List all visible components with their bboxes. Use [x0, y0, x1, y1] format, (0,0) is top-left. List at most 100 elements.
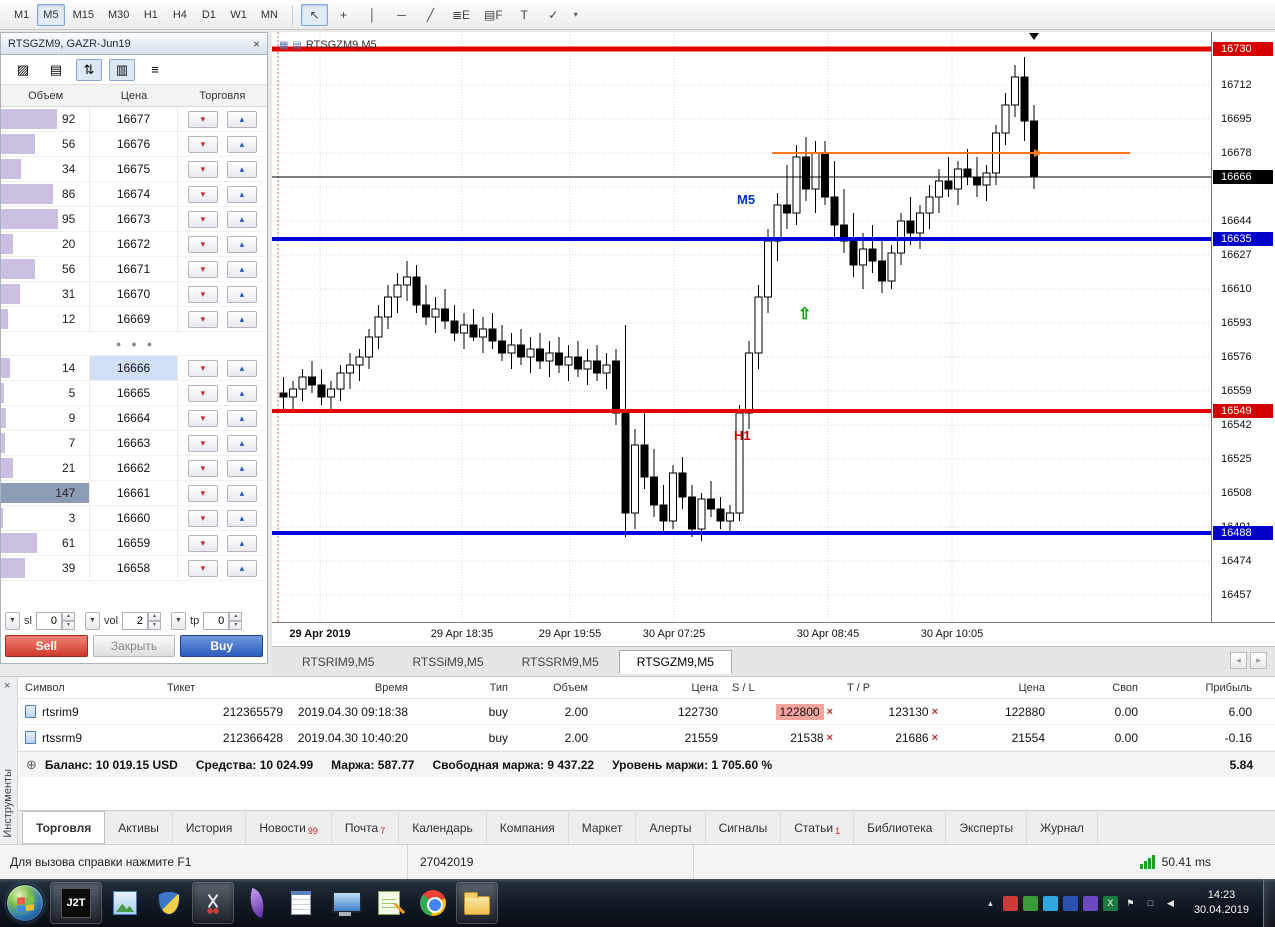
- tray-app-red-icon[interactable]: [1002, 895, 1018, 911]
- buy-at-price-button[interactable]: ▴: [226, 110, 257, 128]
- time-axis[interactable]: 29 Apr 2019 29 Apr 18:35 29 Apr 19:55 30 Ap…: [272, 622, 1275, 646]
- tab-trade[interactable]: Торговля: [22, 811, 106, 844]
- spin-down-button[interactable]: ▼: [61, 621, 75, 630]
- dropdown-icon[interactable]: ▼: [84, 612, 100, 630]
- dom-book-icon[interactable]: ▤: [43, 59, 69, 81]
- tray-flag-icon[interactable]: ⚑: [1123, 896, 1138, 911]
- buy-at-price-button[interactable]: ▴: [226, 534, 257, 552]
- sell-at-price-button[interactable]: ▾: [187, 534, 218, 552]
- tab-company[interactable]: Компания: [487, 811, 569, 844]
- plus-circle-icon[interactable]: ⊕: [26, 757, 37, 773]
- tab-market[interactable]: Маркет: [569, 811, 637, 844]
- vol-value-input[interactable]: 2: [122, 612, 149, 630]
- chart-tab-rtssim9[interactable]: RTSSiM9,M5: [394, 650, 501, 674]
- tool-dropdown-caret[interactable]: ▾: [569, 4, 583, 26]
- notes-app-button[interactable]: [369, 883, 409, 923]
- notepad-app-button[interactable]: [281, 883, 321, 923]
- buy-at-price-button[interactable]: ▴: [226, 434, 257, 452]
- sell-at-price-button[interactable]: ▾: [187, 459, 218, 477]
- tray-app-skype-icon[interactable]: [1042, 895, 1058, 911]
- close-position-button[interactable]: Закрыть: [92, 635, 176, 657]
- timeframe-m30-button[interactable]: M30: [102, 4, 135, 26]
- position-row[interactable]: rtsrim9 212365579 2019.04.30 09:18:38 buy 2.…: [18, 699, 1275, 725]
- sell-at-price-button[interactable]: ▾: [187, 260, 218, 278]
- tray-app-blue-icon[interactable]: [1062, 895, 1078, 911]
- start-button[interactable]: [3, 881, 47, 925]
- close-icon[interactable]: ×: [253, 37, 260, 51]
- sell-at-price-button[interactable]: ▾: [187, 210, 218, 228]
- tab-news[interactable]: Новости 99: [246, 811, 332, 844]
- tab-experts[interactable]: Эксперты: [946, 811, 1028, 844]
- sell-at-price-button[interactable]: ▾: [187, 359, 218, 377]
- tray-app-green-icon[interactable]: [1022, 895, 1038, 911]
- sell-at-price-button[interactable]: ▾: [187, 384, 218, 402]
- sell-at-price-button[interactable]: ▾: [187, 409, 218, 427]
- tray-display-icon[interactable]: □: [1143, 896, 1158, 911]
- buy-at-price-button[interactable]: ▴: [226, 459, 257, 477]
- timeframe-mn-button[interactable]: MN: [255, 4, 284, 26]
- sell-at-price-button[interactable]: ▾: [187, 310, 218, 328]
- shapes-tool-button[interactable]: ✓: [540, 4, 567, 26]
- sl-value-input[interactable]: 0: [35, 612, 62, 630]
- dropdown-icon[interactable]: ▼: [5, 612, 20, 630]
- j2t-app-button[interactable]: J2T: [51, 883, 101, 923]
- sell-at-price-button[interactable]: ▾: [187, 185, 218, 203]
- buy-at-price-button[interactable]: ▴: [226, 384, 257, 402]
- buy-at-price-button[interactable]: ▴: [226, 409, 257, 427]
- buy-at-price-button[interactable]: ▴: [226, 135, 257, 153]
- security-app-button[interactable]: [149, 883, 189, 923]
- dom-columns-icon[interactable]: ▥: [109, 58, 135, 81]
- scroll-tabs-left-button[interactable]: ◂: [1230, 652, 1247, 669]
- buy-at-price-button[interactable]: ▴: [226, 260, 257, 278]
- text-tool-button[interactable]: T: [511, 4, 538, 26]
- remove-tp-button[interactable]: ×: [932, 732, 938, 744]
- buy-at-price-button[interactable]: ▴: [226, 509, 257, 527]
- explorer-app-button[interactable]: [457, 883, 497, 923]
- timeframe-d1-button[interactable]: D1: [195, 4, 222, 26]
- trendline-tool-button[interactable]: ╱: [417, 4, 444, 26]
- dom-chart-icon[interactable]: ▨: [10, 59, 36, 81]
- price-scale[interactable]: 16712 16695 16678 16644 16627 16610 16593 16576…: [1211, 32, 1275, 622]
- sell-at-price-button[interactable]: ▾: [187, 285, 218, 303]
- sell-at-price-button[interactable]: ▾: [187, 559, 218, 577]
- spin-up-button[interactable]: ▲: [148, 612, 162, 621]
- scroll-tabs-right-button[interactable]: ▸: [1250, 652, 1267, 669]
- dom-filter-icon[interactable]: ≡: [142, 59, 168, 81]
- sell-button[interactable]: Sell: [5, 635, 88, 657]
- vertical-line-tool-button[interactable]: │: [359, 4, 386, 26]
- remove-tp-button[interactable]: ×: [932, 706, 938, 718]
- remove-sl-button[interactable]: ×: [827, 732, 833, 744]
- timeframe-m5-button[interactable]: M5: [37, 3, 65, 26]
- spin-up-button[interactable]: ▲: [61, 612, 75, 621]
- tab-calendar[interactable]: Календарь: [399, 811, 487, 844]
- dropdown-icon[interactable]: ▼: [171, 612, 187, 630]
- buy-at-price-button[interactable]: ▴: [226, 285, 257, 303]
- spin-up-button[interactable]: ▲: [229, 612, 243, 621]
- timeframe-h1-button[interactable]: H1: [137, 4, 164, 26]
- candlestick-chart[interactable]: [272, 32, 1211, 622]
- cursor-tool-button[interactable]: ↖: [300, 3, 328, 26]
- dom-quotes-icon[interactable]: ⇅: [76, 58, 102, 81]
- hidden-icons-button[interactable]: ▴: [983, 896, 998, 911]
- snipping-tool-app-button[interactable]: [193, 883, 233, 923]
- tab-mail[interactable]: Почта 7: [332, 811, 400, 844]
- image-viewer-app-button[interactable]: [105, 883, 145, 923]
- chart-plot[interactable]: ▦ ▤ RTSGZM9,M5 M5 H1 ⇧: [272, 32, 1211, 622]
- sell-at-price-button[interactable]: ▾: [187, 160, 218, 178]
- timeframe-w1-button[interactable]: W1: [224, 4, 253, 26]
- sell-at-price-button[interactable]: ▾: [187, 110, 218, 128]
- remove-sl-button[interactable]: ×: [827, 706, 833, 718]
- spin-down-button[interactable]: ▼: [229, 621, 243, 630]
- computer-app-button[interactable]: [325, 883, 365, 923]
- tab-library[interactable]: Библиотека: [854, 811, 947, 844]
- chart-tab-rtsrim9[interactable]: RTSRIM9,M5: [284, 650, 392, 674]
- buy-at-price-button[interactable]: ▴: [226, 210, 257, 228]
- timeframe-m1-button[interactable]: M1: [8, 4, 35, 26]
- sell-at-price-button[interactable]: ▾: [187, 509, 218, 527]
- tab-signals[interactable]: Сигналы: [706, 811, 782, 844]
- buy-at-price-button[interactable]: ▴: [226, 359, 257, 377]
- close-icon[interactable]: ×: [4, 680, 10, 692]
- buy-at-price-button[interactable]: ▴: [226, 185, 257, 203]
- crosshair-tool-button[interactable]: +: [330, 4, 357, 26]
- tray-app-excel-icon[interactable]: X: [1102, 895, 1118, 911]
